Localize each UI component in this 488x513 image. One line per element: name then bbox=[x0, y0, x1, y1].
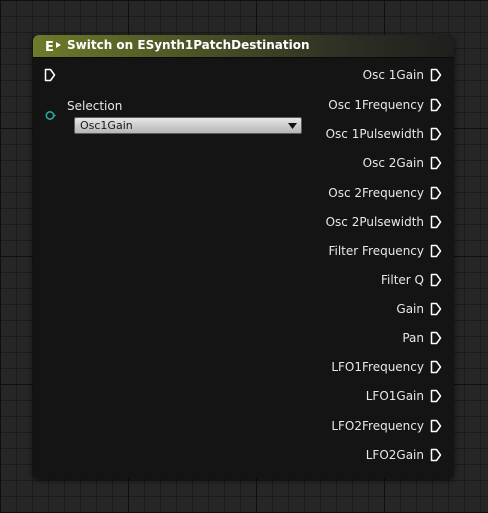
output-label: Osc 1Pulsewidth bbox=[325, 127, 424, 141]
exec-output-pin-icon[interactable] bbox=[430, 302, 442, 316]
output-label: LFO1Gain bbox=[365, 389, 424, 403]
exec-output-pin-icon[interactable] bbox=[430, 244, 442, 258]
exec-input-pin-icon[interactable] bbox=[44, 68, 56, 82]
output-exec-row[interactable]: Pan bbox=[402, 330, 442, 346]
output-label: Osc 1Frequency bbox=[328, 98, 424, 112]
output-exec-row[interactable]: Gain bbox=[396, 301, 442, 317]
output-exec-row[interactable]: LFO1Gain bbox=[366, 388, 442, 404]
output-exec-row[interactable]: Osc 1Pulsewidth bbox=[326, 126, 442, 142]
output-label: LFO2Frequency bbox=[331, 419, 424, 433]
output-exec-row[interactable]: Filter Q bbox=[381, 272, 442, 288]
output-label: Pan bbox=[402, 331, 424, 345]
exec-output-pin-icon[interactable] bbox=[430, 215, 442, 229]
node-header[interactable]: E Switch on ESynth1PatchDestination bbox=[33, 35, 454, 58]
output-label: LFO1Frequency bbox=[331, 360, 424, 374]
exec-output-pin-icon[interactable] bbox=[430, 127, 442, 141]
output-exec-row[interactable]: Osc 2Frequency bbox=[328, 185, 442, 201]
exec-output-pin-icon[interactable] bbox=[430, 360, 442, 374]
output-label: Filter Frequency bbox=[328, 244, 424, 258]
output-exec-row[interactable]: LFO1Frequency bbox=[331, 359, 442, 375]
exec-output-pin-icon[interactable] bbox=[430, 273, 442, 287]
switch-enum-icon: E bbox=[45, 40, 61, 54]
selection-label: Selection bbox=[67, 99, 123, 113]
output-exec-row[interactable]: LFO2Frequency bbox=[331, 418, 442, 434]
output-label: Gain bbox=[396, 302, 424, 316]
output-exec-row[interactable]: LFO2Gain bbox=[366, 447, 442, 463]
exec-output-pin-icon[interactable] bbox=[430, 98, 442, 112]
blueprint-graph-canvas[interactable]: E Switch on ESynth1PatchDestination Sele… bbox=[0, 0, 488, 513]
exec-output-pin-icon[interactable] bbox=[430, 156, 442, 170]
output-exec-row[interactable]: Osc 2Gain bbox=[363, 155, 442, 171]
exec-output-pin-icon[interactable] bbox=[430, 389, 442, 403]
selection-input-pin-icon[interactable] bbox=[45, 110, 56, 121]
output-label: Osc 1Gain bbox=[362, 68, 424, 82]
exec-output-pin-icon[interactable] bbox=[430, 419, 442, 433]
chevron-down-icon bbox=[288, 123, 297, 129]
output-exec-row[interactable]: Osc 2Pulsewidth bbox=[326, 214, 442, 230]
output-label: Osc 2Pulsewidth bbox=[325, 215, 424, 229]
svg-text:E: E bbox=[45, 40, 54, 54]
output-exec-row[interactable]: Filter Frequency bbox=[328, 243, 442, 259]
selection-dropdown-value: Osc1Gain bbox=[80, 119, 133, 132]
exec-output-pin-icon[interactable] bbox=[430, 186, 442, 200]
switch-on-enum-node[interactable]: E Switch on ESynth1PatchDestination Sele… bbox=[33, 35, 454, 478]
exec-output-pin-icon[interactable] bbox=[430, 68, 442, 82]
output-label: Filter Q bbox=[381, 273, 424, 287]
output-label: Osc 2Gain bbox=[362, 156, 424, 170]
selection-dropdown[interactable]: Osc1Gain bbox=[74, 117, 302, 134]
output-label: Osc 2Frequency bbox=[328, 186, 424, 200]
node-title: Switch on ESynth1PatchDestination bbox=[67, 38, 310, 52]
exec-output-pin-icon[interactable] bbox=[430, 448, 442, 462]
output-label: LFO2Gain bbox=[365, 448, 424, 462]
output-exec-row[interactable]: Osc 1Frequency bbox=[328, 97, 442, 113]
exec-output-pin-icon[interactable] bbox=[430, 331, 442, 345]
output-exec-row[interactable]: Osc 1Gain bbox=[363, 67, 442, 83]
